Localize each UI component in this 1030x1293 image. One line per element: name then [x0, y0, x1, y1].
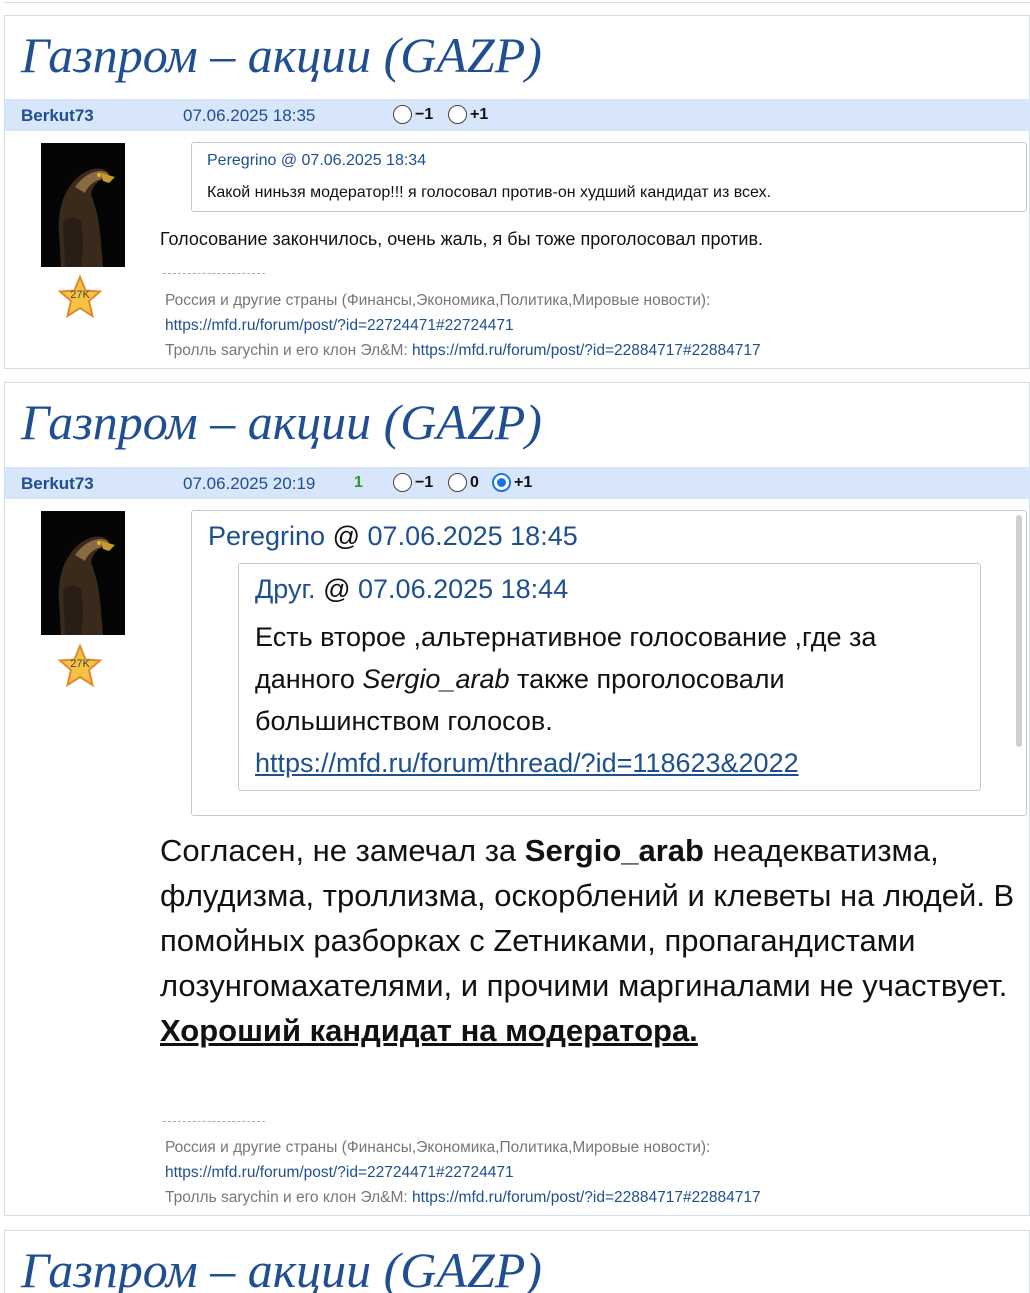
user-avatar[interactable] — [41, 511, 125, 635]
post-body-text: Согласен, не замечал за — [160, 833, 517, 868]
post-body: Согласен, не замечал за Sergio_arab неад… — [160, 828, 1030, 1053]
quote-at: @ — [280, 152, 298, 169]
quote-scrollbar[interactable] — [1016, 515, 1022, 747]
forum-post: Газпром – акции (GAZP) Berkut73 07.06.20… — [4, 15, 1030, 369]
radio-icon — [448, 473, 467, 492]
radio-icon — [393, 105, 412, 124]
signature-prefix: Тролль sarychin и его клон Эл&M: — [165, 342, 408, 359]
signature-line: Россия и другие страны (Финансы,Экономик… — [165, 292, 711, 309]
signature-link[interactable]: https://mfd.ru/forum/post/?id=22724471#2… — [165, 317, 514, 334]
signature-link[interactable]: https://mfd.ru/forum/post/?id=22884717#2… — [412, 1189, 761, 1206]
signature-line: Россия и другие страны (Финансы,Экономик… — [165, 1139, 711, 1156]
signature: Россия и другие страны (Финансы,Экономик… — [165, 1135, 761, 1210]
rank-label: 27K — [70, 658, 90, 670]
post-author-link[interactable]: Berkut73 — [21, 106, 94, 126]
post-author-link[interactable]: Berkut73 — [21, 474, 94, 494]
vote-plus-label: +1 — [514, 473, 533, 491]
quote-author-link[interactable]: Peregrino — [207, 152, 276, 169]
vote-minus-radio[interactable]: −1 — [393, 105, 433, 124]
quote-date-link[interactable]: 07.06.2025 18:45 — [368, 521, 578, 551]
signature-prefix: Тролль sarychin и его клон Эл&M: — [165, 1189, 408, 1206]
quote-date-link[interactable]: 07.06.2025 18:34 — [302, 152, 427, 169]
nested-quote-at: @ — [323, 574, 351, 604]
eagle-avatar — [41, 511, 125, 635]
vote-zero-radio[interactable]: 0 — [448, 473, 479, 492]
signature: Россия и другие страны (Финансы,Экономик… — [165, 288, 761, 363]
vote-plus-radio[interactable]: +1 — [492, 473, 532, 492]
previous-post-bottom-border — [4, 0, 1030, 3]
vote-plus-label: +1 — [470, 105, 489, 123]
nested-quote-block: Друг. @ 07.06.2025 18:44 Есть второе ,ал… — [238, 563, 981, 791]
signature-divider — [163, 273, 265, 274]
vote-zero-label: 0 — [470, 473, 479, 491]
forum-post: Газпром – акции (GAZP) Berkut73 07.06.20… — [4, 382, 1030, 1216]
thread-title-link[interactable]: Газпром – акции (GAZP) — [21, 393, 542, 451]
nested-quote-italic-name: Sergio_arab — [362, 664, 510, 694]
radio-icon — [448, 105, 467, 124]
signature-link[interactable]: https://mfd.ru/forum/post/?id=22884717#2… — [412, 342, 761, 359]
rank-star-badge: 27K — [57, 643, 103, 688]
radio-icon — [393, 473, 412, 492]
thread-title-link[interactable]: Газпром – акции (GAZP) — [21, 1241, 542, 1293]
signature-divider — [163, 1121, 265, 1122]
post-body-emphasis: Хороший кандидат на модератора. — [160, 1013, 698, 1048]
post-meta-bar: Berkut73 07.06.2025 20:19 1 −1 0 +1 — [5, 467, 1030, 499]
quote-block: Peregrino @ 07.06.2025 18:34 Какой ниньз… — [191, 142, 1027, 212]
vote-minus-radio[interactable]: −1 — [393, 473, 433, 492]
quote-text: Какой ниньзя модератор!!! я голосовал пр… — [207, 184, 772, 201]
quote-author-link[interactable]: Peregrino — [208, 521, 325, 551]
nested-quote-header: Друг. @ 07.06.2025 18:44 — [255, 574, 568, 605]
post-body-bold-name: Sergio_arab — [524, 833, 704, 868]
post-body: Голосование закончилось, очень жаль, я б… — [160, 229, 764, 249]
forum-post: Газпром – акции (GAZP) — [4, 1230, 1030, 1293]
vote-minus-label: −1 — [415, 105, 434, 123]
nested-quote-text: Есть второе ,альтернативное голосование … — [255, 616, 967, 784]
quote-block: Peregrino @ 07.06.2025 18:45 Друг. @ 07.… — [191, 510, 1027, 816]
nested-quote-author-link[interactable]: Друг. — [255, 574, 316, 604]
rank-star-badge: 27K — [57, 274, 103, 319]
user-avatar[interactable] — [41, 143, 125, 267]
signature-link[interactable]: https://mfd.ru/forum/post/?id=22724471#2… — [165, 1164, 514, 1181]
post-meta-bar: Berkut73 07.06.2025 18:35 −1 +1 — [5, 99, 1030, 131]
vote-minus-label: −1 — [415, 473, 434, 491]
quote-at: @ — [332, 521, 361, 551]
post-date-link[interactable]: 07.06.2025 20:19 — [183, 474, 315, 494]
quote-header: Peregrino @ 07.06.2025 18:34 — [207, 152, 426, 170]
rank-label: 27K — [70, 289, 90, 301]
eagle-avatar — [41, 143, 125, 267]
quote-header: Peregrino @ 07.06.2025 18:45 — [208, 521, 578, 552]
vote-plus-radio[interactable]: +1 — [448, 105, 488, 124]
nested-quote-link[interactable]: https://mfd.ru/forum/thread/?id=118623&2… — [255, 748, 799, 778]
post-score: 1 — [354, 474, 363, 491]
nested-quote-date-link[interactable]: 07.06.2025 18:44 — [358, 574, 568, 604]
post-date-link[interactable]: 07.06.2025 18:35 — [183, 106, 315, 126]
thread-title-link[interactable]: Газпром – акции (GAZP) — [21, 26, 542, 84]
radio-selected-icon — [492, 473, 511, 492]
